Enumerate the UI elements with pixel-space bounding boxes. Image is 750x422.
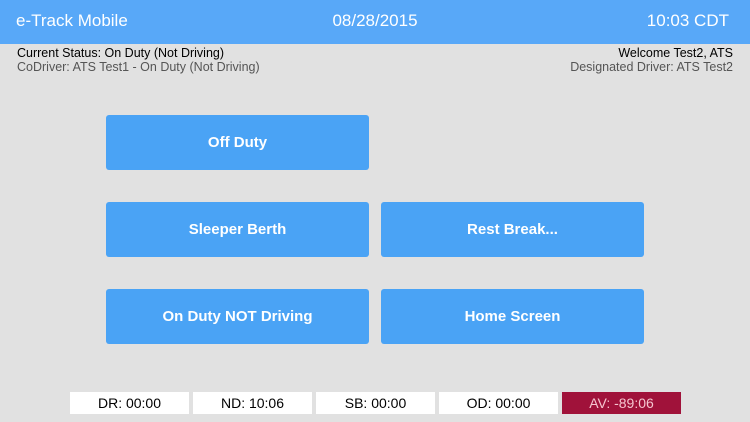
current-status-text: Current Status: On Duty (Not Driving)	[17, 46, 225, 60]
sleeper-berth-button[interactable]: Sleeper Berth	[106, 202, 369, 257]
counter-sb: SB: 00:00	[316, 392, 435, 414]
welcome-text: Welcome Test2, ATS	[618, 46, 733, 60]
header-date: 08/28/2015	[332, 11, 418, 30]
status-panel-left: Current Status: On Duty (Not Driving) Co…	[17, 46, 260, 74]
on-duty-not-driving-button[interactable]: On Duty NOT Driving	[106, 289, 369, 344]
codriver-status-text: CoDriver: ATS Test1 - On Duty (Not Drivi…	[17, 60, 260, 74]
home-screen-button[interactable]: Home Screen	[381, 289, 644, 344]
designated-driver-text: Designated Driver: ATS Test2	[570, 60, 733, 74]
status-panel-right: Welcome Test2, ATS Designated Driver: AT…	[570, 46, 733, 74]
rest-break-button[interactable]: Rest Break...	[381, 202, 644, 257]
counter-dr: DR: 00:00	[70, 392, 189, 414]
counter-od: OD: 00:00	[439, 392, 558, 414]
header-time: 10:03 CDT	[646, 11, 729, 30]
counter-nd: ND: 10:06	[193, 392, 312, 414]
off-duty-button[interactable]: Off Duty	[106, 115, 369, 170]
top-bar: e-Track Mobile 08/28/2015 10:03 CDT	[0, 0, 750, 44]
counter-av: AV: -89:06	[562, 392, 681, 414]
etrack-screen: e-Track Mobile 08/28/2015 10:03 CDT Curr…	[0, 0, 750, 422]
